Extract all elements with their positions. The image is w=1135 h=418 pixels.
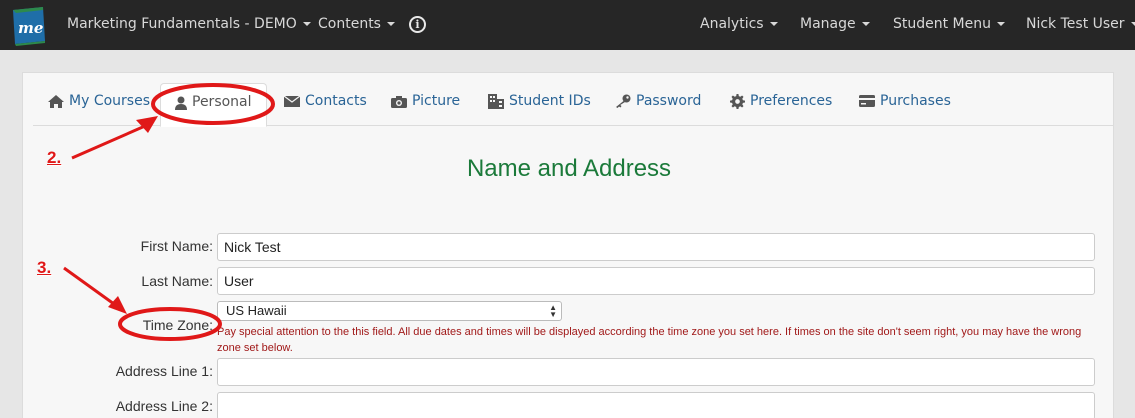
first-name-field[interactable] bbox=[217, 233, 1095, 261]
caret-down-icon bbox=[769, 22, 778, 26]
tab-picture[interactable]: Picture bbox=[391, 93, 460, 109]
tab-my-courses-label: My Courses bbox=[69, 93, 150, 109]
key-icon bbox=[616, 94, 631, 108]
tab-picture-label: Picture bbox=[412, 93, 461, 109]
first-name-label: First Name: bbox=[140, 238, 213, 254]
manage-label: Manage bbox=[800, 16, 856, 32]
manage-dropdown[interactable]: Manage bbox=[800, 16, 870, 32]
last-name-field[interactable] bbox=[217, 267, 1095, 295]
course-title-dropdown[interactable]: Marketing Fundamentals - DEMO bbox=[67, 16, 311, 32]
tab-contacts[interactable]: Contacts bbox=[284, 93, 367, 109]
tab-purchases-label: Purchases bbox=[880, 93, 951, 109]
user-icon bbox=[175, 96, 187, 110]
info-icon[interactable]: i bbox=[409, 16, 426, 33]
address-line-1-field[interactable] bbox=[217, 358, 1095, 386]
building-icon bbox=[488, 93, 504, 109]
section-title: Name and Address bbox=[466, 155, 672, 182]
profile-panel: My Courses Personal Contacts Picture Stu… bbox=[22, 72, 1114, 418]
top-navbar: me Marketing Fundamentals - DEMO Content… bbox=[0, 0, 1135, 50]
select-arrows-icon: ▲ ▼ bbox=[549, 303, 557, 319]
credit-card-icon bbox=[859, 95, 875, 107]
contents-dropdown[interactable]: Contents bbox=[318, 16, 395, 32]
caret-down-icon bbox=[386, 22, 395, 26]
address-line-2-label: Address Line 2: bbox=[115, 398, 213, 414]
time-zone-select[interactable]: US Hawaii ▲ ▼ bbox=[217, 301, 562, 321]
tab-my-courses[interactable]: My Courses bbox=[48, 93, 150, 109]
tab-purchases[interactable]: Purchases bbox=[859, 93, 951, 109]
user-menu-dropdown[interactable]: Nick Test User bbox=[1026, 16, 1135, 32]
svg-text:me: me bbox=[18, 19, 43, 37]
analytics-label: Analytics bbox=[700, 16, 764, 32]
user-name-label: Nick Test User bbox=[1026, 16, 1125, 32]
step-2-label: 2. bbox=[47, 148, 62, 167]
tab-student-ids-label: Student IDs bbox=[509, 93, 591, 109]
address-line-2-field[interactable] bbox=[217, 392, 1095, 418]
caret-down-icon bbox=[861, 22, 870, 26]
tab-student-ids[interactable]: Student IDs bbox=[488, 93, 591, 109]
tab-password-label: Password bbox=[636, 93, 702, 109]
analytics-dropdown[interactable]: Analytics bbox=[700, 16, 778, 32]
caret-down-icon bbox=[302, 22, 311, 26]
gear-icon bbox=[730, 93, 745, 109]
time-zone-value: US Hawaii bbox=[226, 303, 287, 318]
tab-personal-label: Personal bbox=[192, 94, 252, 110]
last-name-label: Last Name: bbox=[141, 273, 213, 289]
profile-tabs: My Courses Personal Contacts Picture Stu… bbox=[33, 83, 1113, 127]
address-line-1-label: Address Line 1: bbox=[115, 363, 213, 379]
caret-down-icon bbox=[1130, 22, 1135, 26]
tab-password[interactable]: Password bbox=[615, 93, 701, 109]
tab-preferences[interactable]: Preferences bbox=[730, 93, 832, 109]
camera-icon bbox=[391, 95, 407, 108]
tab-personal[interactable]: Personal bbox=[160, 83, 267, 127]
contents-label: Contents bbox=[318, 16, 381, 32]
time-zone-label: Time Zone: bbox=[142, 317, 213, 333]
caret-down-icon bbox=[997, 22, 1005, 26]
home-icon bbox=[48, 94, 64, 108]
course-title-label: Marketing Fundamentals - DEMO bbox=[67, 16, 297, 32]
student-menu-label: Student Menu bbox=[893, 16, 991, 32]
student-menu-dropdown[interactable]: Student Menu bbox=[893, 16, 1005, 32]
envelope-icon bbox=[284, 95, 300, 107]
time-zone-help: Pay special attention to the this field.… bbox=[217, 326, 1082, 354]
app-logo[interactable]: me bbox=[10, 4, 48, 46]
tab-preferences-label: Preferences bbox=[750, 93, 833, 109]
step-3-label: 3. bbox=[37, 258, 52, 277]
tab-contacts-label: Contacts bbox=[305, 93, 367, 109]
